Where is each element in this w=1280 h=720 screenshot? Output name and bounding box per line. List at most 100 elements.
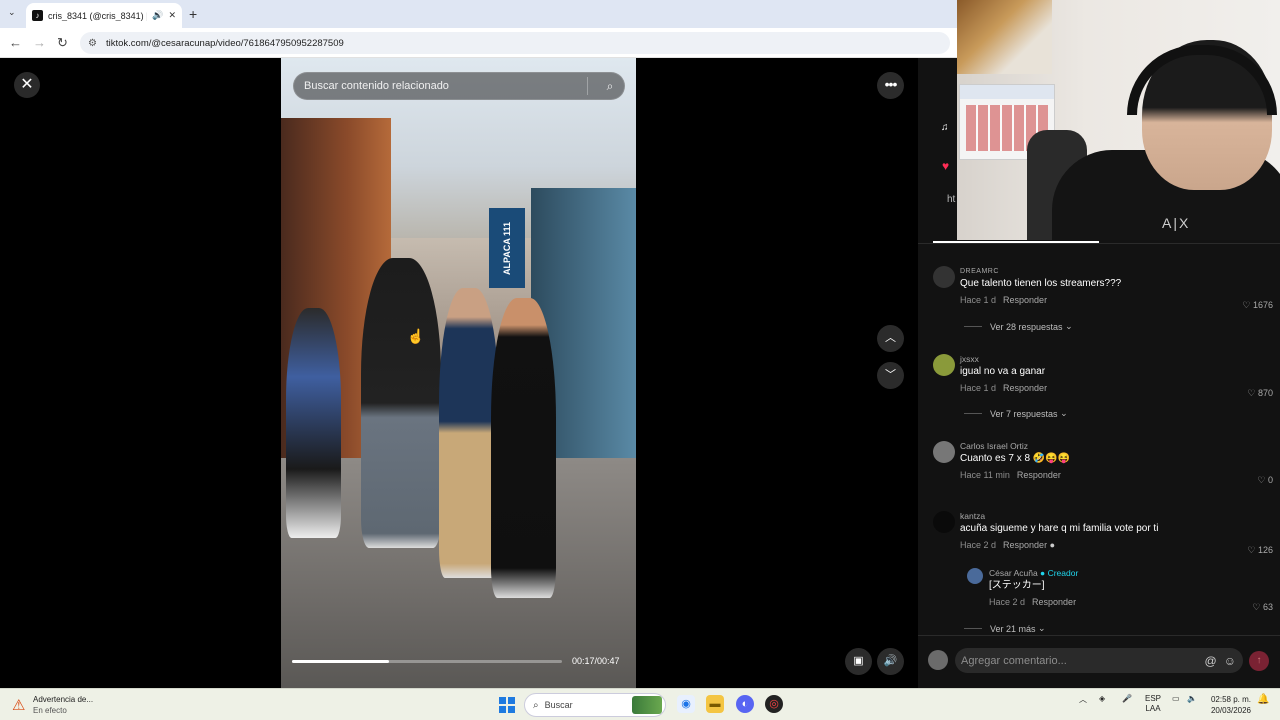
like-count[interactable]: ♡ 63	[1252, 602, 1273, 613]
comment-username[interactable]: Carlos Israel Ortiz	[960, 441, 1260, 452]
microphone-icon[interactable]: 🎤	[1122, 694, 1132, 703]
reply-button[interactable]: Responder	[1017, 470, 1061, 480]
mention-icon[interactable]: @	[1205, 654, 1217, 668]
site-info-icon[interactable]: ⚙	[88, 38, 97, 49]
chevron-down-icon: ⌄	[1065, 321, 1073, 331]
video-progress-fill	[292, 660, 390, 663]
tray-chevron-icon[interactable]: ︿	[1079, 694, 1087, 705]
view-more-replies-button[interactable]: Ver 21 más ⌄	[964, 623, 1046, 634]
network-icon[interactable]: ▭	[1172, 694, 1180, 703]
search-divider	[587, 77, 588, 95]
view-replies-button[interactable]: Ver 7 respuestas ⌄	[964, 408, 1068, 419]
url-text: tiktok.com/@cesaracunap/video/7618647950…	[105, 37, 344, 49]
video-store-sign: ALPACA 111	[489, 208, 525, 288]
video-player[interactable]: ALPACA 111	[281, 58, 636, 688]
comment-username[interactable]: kantza	[960, 511, 1260, 522]
replies-line	[964, 628, 982, 629]
like-count-value: 0	[1267, 475, 1273, 485]
search-highlight-image	[632, 696, 662, 714]
new-tab-icon[interactable]: +	[189, 6, 197, 22]
previous-video-button[interactable]: ︿	[877, 325, 904, 352]
file-explorer-icon[interactable]: ▬	[706, 695, 724, 713]
tab-list-chevron-icon[interactable]: ⌄	[8, 7, 16, 18]
avatar[interactable]	[933, 266, 955, 288]
warning-icon[interactable]: ⚠	[12, 696, 25, 714]
avatar[interactable]	[933, 354, 955, 376]
creator-badge: Creador	[1047, 568, 1079, 578]
reply-button[interactable]: Responder	[1032, 597, 1076, 607]
like-count[interactable]: ♡ 0	[1257, 475, 1273, 486]
clock[interactable]: 02:58 p. m. 20/03/2026	[1206, 694, 1251, 716]
video-person	[286, 308, 341, 538]
like-count[interactable]: ♡ 126	[1247, 545, 1273, 556]
replies-line	[964, 413, 982, 414]
verified-icon: ●	[1040, 568, 1046, 578]
video-person	[439, 288, 499, 578]
post-comment-button[interactable]: ↑	[1249, 651, 1269, 671]
view-replies-label: Ver 7 respuestas	[990, 408, 1058, 419]
notification-bell-icon[interactable]: 🔔	[1257, 694, 1269, 705]
related-search-placeholder: Buscar contenido relacionado	[304, 80, 449, 92]
next-video-button[interactable]: ﹀	[877, 362, 904, 389]
pip-button[interactable]: ▣	[845, 648, 872, 675]
reply-button[interactable]: Responder	[1003, 295, 1047, 305]
comment-input[interactable]: Agregar comentario... @ ☺	[955, 648, 1243, 673]
related-search-bar[interactable]: Buscar contenido relacionado ⌕	[293, 72, 625, 100]
back-icon[interactable]: ←	[9, 35, 22, 50]
video-progress-bar[interactable]	[292, 660, 562, 663]
close-video-button[interactable]: ✕	[14, 72, 40, 98]
screen: ⌄ ♪ cris_8341 (@cris_8341) | Tik 🔊 ✕ + ←…	[0, 0, 1280, 720]
heart-icon[interactable]: ♥	[942, 159, 949, 173]
taskbar: ⚠ Advertencia de... En efecto ⌕ Buscar ◉…	[0, 688, 1280, 720]
speaker-icon[interactable]: 🔊	[152, 10, 163, 21]
close-tab-icon[interactable]: ✕	[168, 10, 176, 21]
avatar[interactable]	[967, 568, 983, 584]
comment-meta: Hace 11 min Responder	[960, 470, 1260, 480]
bio-link-stub[interactable]: ht	[947, 194, 955, 205]
comment-body: kantza acuña sigueme y hare q mi familia…	[960, 511, 1260, 550]
reply-meta: Hace 2 d Responder	[989, 597, 1280, 607]
calendar-header	[960, 85, 1054, 99]
comment-username[interactable]: dreamrc	[960, 266, 1260, 277]
mouse-cursor-icon: ☝	[407, 328, 425, 344]
emoji-icon[interactable]: ☺	[1224, 654, 1236, 668]
browser-tab[interactable]: ♪ cris_8341 (@cris_8341) | Tik 🔊 ✕	[26, 3, 182, 28]
search-icon[interactable]: ⌕	[596, 79, 624, 94]
forward-icon[interactable]: →	[33, 35, 46, 50]
more-options-button[interactable]: •••	[877, 72, 904, 99]
replies-line	[964, 326, 982, 327]
discord-icon[interactable]: ◐	[736, 695, 754, 713]
view-replies-label: Ver 28 respuestas	[990, 321, 1063, 332]
like-count-value: 1676	[1252, 300, 1273, 310]
view-more-label: Ver 21 más	[990, 623, 1036, 634]
comment-meta: Hace 1 d Responder	[960, 383, 1260, 393]
taskbar-search[interactable]: ⌕ Buscar	[524, 693, 666, 717]
reply-button[interactable]: Responder	[1003, 383, 1047, 393]
wall-poster	[957, 0, 1052, 74]
like-count[interactable]: ♡ 1676	[1242, 300, 1273, 311]
volume-icon[interactable]: 🔈	[1187, 694, 1197, 703]
chrome-icon[interactable]: ◉	[677, 695, 695, 713]
volume-button[interactable]: 🔊	[877, 648, 904, 675]
comment-body: jxsxx igual no va a ganar Hace 1 d Respon…	[960, 354, 1260, 393]
windows-start-icon[interactable]	[499, 697, 515, 713]
view-replies-button[interactable]: Ver 28 respuestas ⌄	[964, 321, 1073, 332]
avatar[interactable]	[933, 441, 955, 463]
webcam-overlay: A|X	[957, 0, 1280, 240]
tray-app-icon[interactable]: ◈	[1099, 694, 1105, 703]
comment-username[interactable]: jxsxx	[960, 354, 1260, 365]
avatar[interactable]	[933, 511, 955, 533]
address-bar[interactable]: ⚙ tiktok.com/@cesaracunap/video/76186479…	[80, 32, 950, 54]
avatar[interactable]	[928, 650, 948, 670]
reply-body: César Acuña ● Creador [ステッカー] Hace 2 d Re…	[989, 568, 1280, 607]
clock-time: 02:58 p. m.	[1210, 695, 1251, 704]
like-count[interactable]: ♡ 870	[1247, 388, 1273, 399]
language-indicator[interactable]: ESP LAA	[1145, 694, 1161, 714]
video-time: 00:17/00:47	[572, 656, 620, 666]
reload-icon[interactable]: ↻	[57, 35, 68, 51]
reply-username[interactable]: César Acuña	[989, 568, 1038, 578]
reply-button[interactable]: Responder	[1003, 540, 1047, 550]
obs-icon[interactable]: ◎	[765, 695, 783, 713]
video-person	[491, 298, 556, 598]
warning-notification[interactable]: Advertencia de... En efecto	[33, 694, 93, 716]
